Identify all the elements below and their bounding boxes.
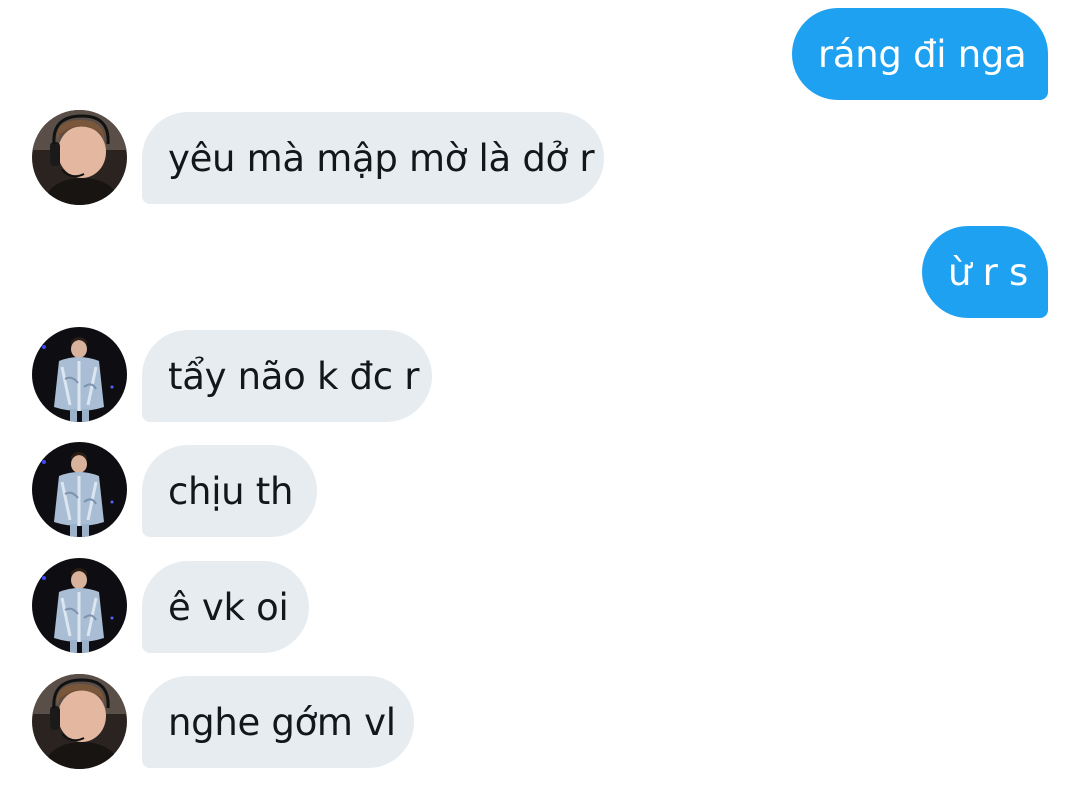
headset-portrait-icon: [32, 674, 127, 769]
incoming-message-bubble[interactable]: chịu th: [142, 445, 317, 537]
outgoing-message-bubble[interactable]: ừ r s: [922, 226, 1048, 318]
avatar[interactable]: [32, 110, 127, 205]
incoming-message-bubble[interactable]: ê vk oi: [142, 561, 309, 653]
message-text: chịu th: [168, 469, 294, 513]
denim-jacket-portrait-icon: [32, 442, 127, 537]
message-text: tẩy não k đc r: [168, 354, 420, 398]
message-text: yêu mà mập mờ là dở r: [168, 136, 595, 180]
incoming-message-bubble[interactable]: tẩy não k đc r: [142, 330, 432, 422]
message-text: nghe gớm vl: [168, 700, 396, 744]
message-text: ê vk oi: [168, 585, 289, 629]
message-text: ráng đi nga: [818, 32, 1027, 76]
denim-jacket-portrait-icon: [32, 327, 127, 422]
avatar[interactable]: [32, 674, 127, 769]
avatar[interactable]: [32, 558, 127, 653]
avatar[interactable]: [32, 327, 127, 422]
incoming-message-bubble[interactable]: nghe gớm vl: [142, 676, 414, 768]
outgoing-message-bubble[interactable]: ráng đi nga: [792, 8, 1048, 100]
incoming-message-bubble[interactable]: yêu mà mập mờ là dở r: [142, 112, 604, 204]
headset-portrait-icon: [32, 110, 127, 205]
message-text: ừ r s: [948, 250, 1028, 294]
message-thread: ráng đi nga yêu mà mập mờ là dở r ừ r s: [0, 0, 1080, 787]
avatar[interactable]: [32, 442, 127, 537]
denim-jacket-portrait-icon: [32, 558, 127, 653]
